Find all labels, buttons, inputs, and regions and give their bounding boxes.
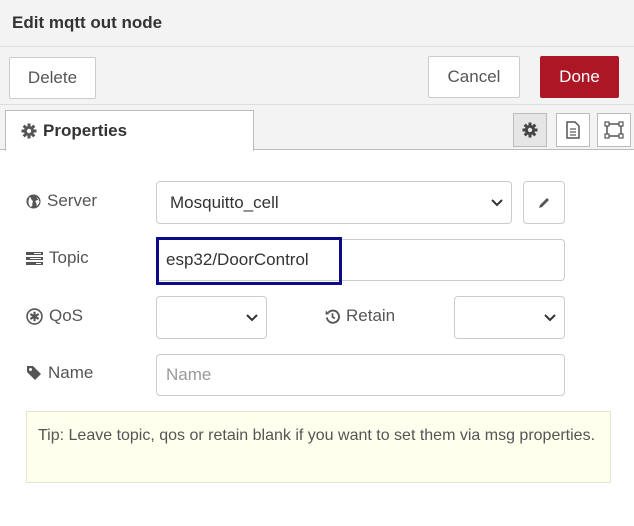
- tasks-icon: [26, 252, 43, 265]
- dialog-title: Edit mqtt out node: [12, 13, 163, 32]
- topic-label: Topic: [49, 248, 89, 267]
- dialog-header: Edit mqtt out node: [0, 0, 634, 47]
- tip-box: Tip: Leave topic, qos or retain blank if…: [26, 411, 611, 483]
- server-label: Server: [47, 191, 98, 210]
- frame-icon: [604, 121, 624, 139]
- server-label-row: Server: [26, 191, 97, 211]
- name-placeholder: Name: [166, 365, 212, 384]
- tip-text: Tip: Leave topic, qos or retain blank if…: [38, 427, 596, 444]
- tab-properties-label: Properties: [43, 121, 128, 140]
- description-tab-button[interactable]: [556, 113, 590, 147]
- qos-label-row: QoS: [26, 306, 83, 326]
- server-value: Mosquitto_cell: [170, 192, 279, 212]
- cancel-button[interactable]: Cancel: [428, 56, 520, 98]
- gear-icon: [522, 122, 538, 138]
- delete-button[interactable]: Delete: [9, 57, 96, 99]
- tab-bar: Properties: [0, 105, 634, 151]
- properties-tab-button[interactable]: [513, 113, 547, 147]
- done-button[interactable]: Done: [540, 56, 619, 98]
- retain-label: Retain: [346, 306, 396, 325]
- chevron-down-icon: [544, 313, 556, 321]
- gear-icon: [21, 123, 37, 139]
- asterisk-icon: [26, 307, 43, 325]
- qos-select[interactable]: [156, 296, 267, 339]
- name-label: Name: [48, 363, 94, 382]
- name-input[interactable]: Name: [156, 354, 565, 396]
- edit-server-button[interactable]: [523, 181, 565, 224]
- pencil-icon: [539, 197, 549, 208]
- retain-select[interactable]: [454, 296, 565, 339]
- appearance-tab-button[interactable]: [597, 113, 631, 147]
- server-select[interactable]: Mosquitto_cell: [156, 181, 512, 224]
- tag-icon: [27, 366, 41, 380]
- action-bar: Delete Cancel Done: [0, 47, 634, 105]
- document-icon: [566, 121, 580, 139]
- retain-label-row: Retain: [325, 306, 395, 326]
- topic-value: esp32/DoorControl: [166, 250, 309, 269]
- qos-label: QoS: [49, 306, 84, 325]
- tab-properties[interactable]: Properties: [5, 110, 254, 151]
- topic-input[interactable]: esp32/DoorControl: [156, 239, 565, 281]
- topic-label-row: Topic: [26, 248, 89, 268]
- chevron-down-icon: [246, 313, 258, 321]
- globe-icon: [26, 193, 41, 209]
- history-icon: [325, 309, 340, 324]
- chevron-down-icon: [491, 198, 503, 206]
- name-label-row: Name: [26, 363, 93, 383]
